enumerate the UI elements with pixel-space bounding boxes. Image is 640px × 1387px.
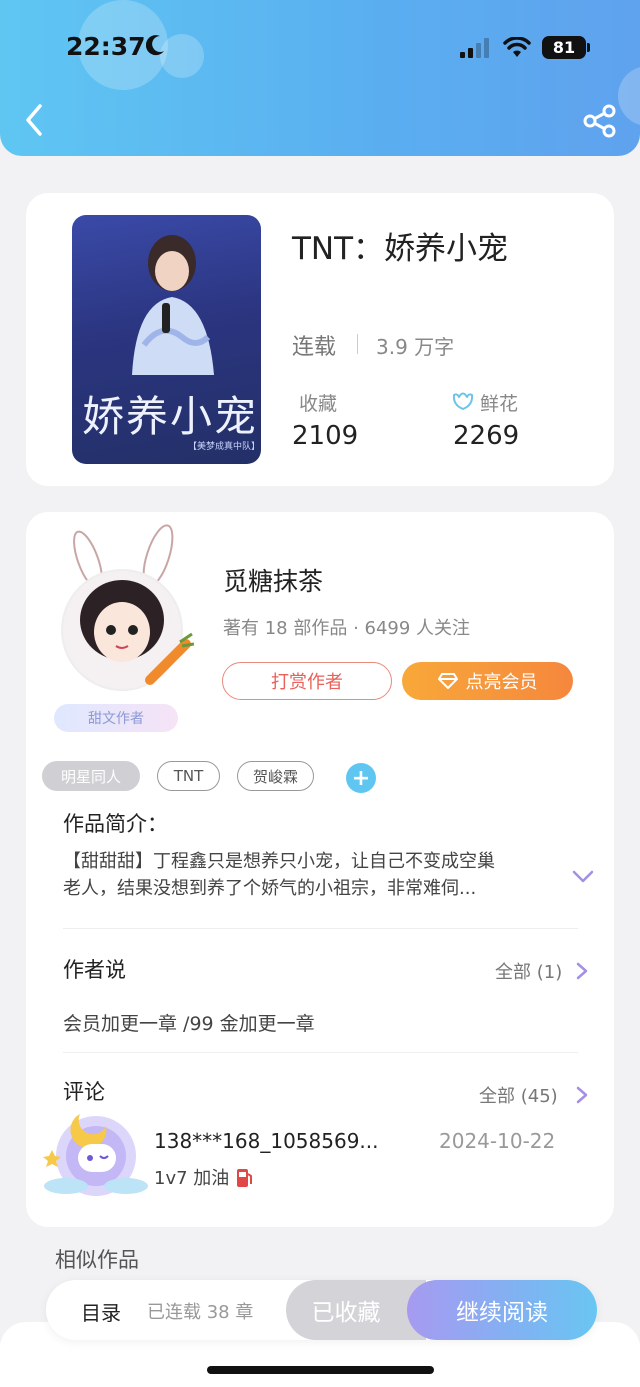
similar-works-label: 相似作品 [55,1248,139,1272]
tag-tnt[interactable]: TNT [157,761,220,791]
synopsis-line: 老人，结果没想到养了个娇气的小祖宗，非常难伺... [63,878,477,899]
book-cover[interactable]: 娇养小宠 【美梦成真中队】 [72,215,261,464]
header-bubble-decoration [160,34,204,78]
saved-button-label: 已收藏 [311,1300,381,1326]
activate-vip-button[interactable]: 点亮会员 [402,662,573,700]
author-stats: 著有 18 部作品 · 6499 人关注 [223,618,471,639]
favorites-label: 收藏 [299,393,338,415]
comment-avatar[interactable] [40,1100,152,1204]
book-word-count: 3.9 万字 [376,335,455,359]
cover-figure-illustration [132,235,214,375]
battery-nub [587,43,590,52]
back-icon[interactable] [20,102,50,138]
activate-vip-label: 点亮会员 [465,672,538,693]
comments-see-all[interactable]: 全部 (45) [479,1082,558,1108]
comment-username[interactable]: 138***168_1058569... [154,1129,379,1153]
tag-he-junlin[interactable]: 贺峻霖 [237,761,314,791]
meta-divider [357,334,358,354]
flowers-label: 鲜花 [480,393,519,415]
comment-date: 2024-10-22 [439,1129,556,1153]
comment-text-content: 1v7 加油 [154,1168,230,1189]
saved-button[interactable]: 已收藏 [286,1280,426,1340]
reward-author-button[interactable]: 打赏作者 [222,662,392,700]
wifi-icon [503,37,531,57]
fuel-icon [237,1169,253,1187]
status-time: 22:37 [66,32,146,61]
share-icon[interactable] [582,104,618,138]
favorites-value: 2109 [292,421,359,451]
sweet-writer-badge: 甜文作者 [54,704,178,732]
chapter-count: 已连载 38 章 [147,1302,254,1323]
bottom-action-bar: 目录 已连载 38 章 已收藏 继续阅读 [46,1280,597,1340]
divider [63,928,578,929]
book-info-card: 娇养小宠 【美梦成真中队】 TNT：娇养小宠 连载 3.9 万字 收藏 2109… [26,193,614,486]
flower-icon [452,392,474,410]
gem-icon [437,673,458,689]
author-says-label: 作者说 [63,958,126,982]
author-detail-card: 甜文作者 觅糖抹茶 著有 18 部作品 · 6499 人关注 打赏作者 点亮会员… [26,512,614,1227]
moon-icon [146,35,164,56]
chevron-right-icon[interactable] [576,962,588,980]
synopsis-text[interactable]: 【甜甜甜】丁程鑫只是想养只小宠，让自己不变成空巢 老人，结果没想到养了个娇气的小… [63,848,555,902]
header-bubble-decoration [618,66,640,126]
continue-reading-button[interactable]: 继续阅读 [407,1280,597,1340]
signal-icon [460,38,489,58]
author-note: 会员加更一章 /99 金加更一章 [63,1013,315,1035]
add-tag-button[interactable]: + [346,763,376,793]
chevron-right-icon[interactable] [576,1086,588,1104]
tag-celebrity-fanfic[interactable]: 明星同人 [42,761,140,791]
book-title: TNT：娇养小宠 [292,231,509,267]
home-indicator [207,1366,434,1374]
cover-subtitle: 【美梦成真中队】 [188,442,261,452]
top-header: 22:37 81 [0,0,640,156]
divider [63,1052,578,1053]
synopsis-label: 作品简介： [63,812,168,836]
book-status: 连载 [292,335,337,360]
table-of-contents-button[interactable]: 目录 [81,1297,121,1326]
flowers-value: 2269 [453,421,520,451]
synopsis-line: 【甜甜甜】丁程鑫只是想养只小宠，让自己不变成空巢 [63,851,495,872]
author-name[interactable]: 觅糖抹茶 [223,562,323,598]
cover-title-art: 娇养小宠 [82,392,259,441]
battery-level: 81 [552,38,576,57]
author-says-see-all[interactable]: 全部 (1) [495,958,562,984]
chevron-down-icon[interactable] [572,870,594,884]
battery-indicator: 81 [542,36,586,59]
comment-text: 1v7 加油 [154,1164,253,1190]
author-avatar[interactable] [54,520,194,700]
